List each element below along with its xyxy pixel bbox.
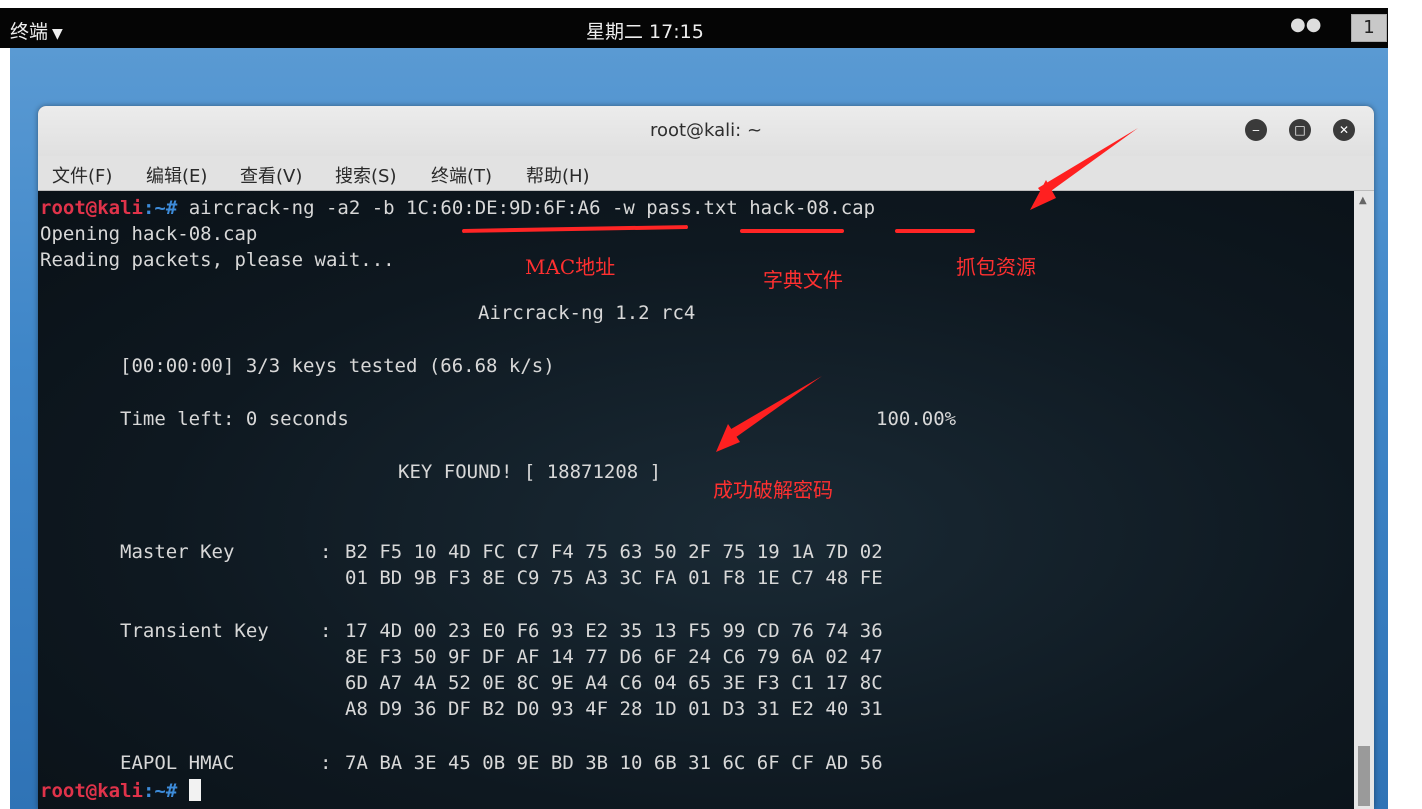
arrow-to-capture-icon	[1038, 128, 1138, 196]
arrow-to-key-icon	[726, 376, 822, 440]
annotation-arrows	[716, 128, 1138, 452]
